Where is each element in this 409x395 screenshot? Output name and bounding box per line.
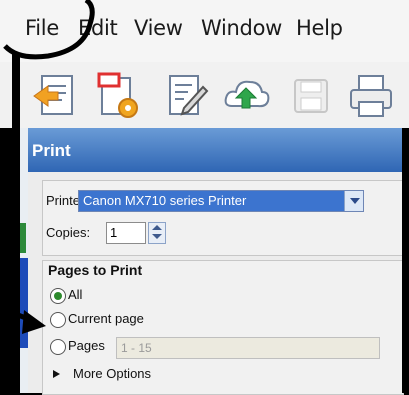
dialog-title-bar: Print: [28, 128, 402, 172]
copies-value: 1: [110, 225, 118, 240]
toolbar: [0, 62, 409, 128]
expand-arrow-icon[interactable]: [53, 370, 60, 378]
more-options-link[interactable]: More Options: [73, 366, 151, 381]
pages-radio-label: Pages: [68, 338, 105, 353]
pages-to-print-title: Pages to Print: [48, 262, 143, 278]
open-file-icon[interactable]: [30, 70, 82, 122]
edit-document-icon[interactable]: [160, 70, 212, 122]
menu-bar: File Edit View Window Help: [0, 0, 409, 62]
circle-annotation: [3, 0, 95, 60]
printer-dropdown[interactable]: Canon MX710 series Printer: [78, 190, 364, 212]
pages-range-placeholder: 1 - 15: [121, 341, 152, 355]
printer-selected-value: Canon MX710 series Printer: [83, 193, 247, 208]
copies-label: Copies:: [46, 225, 91, 240]
save-icon[interactable]: [285, 70, 337, 122]
create-pdf-icon[interactable]: [92, 70, 144, 122]
dialog-right-frame: [402, 128, 409, 393]
dialog-title: Print: [32, 141, 71, 160]
all-radio-label: All: [68, 287, 83, 302]
background-accent: [20, 223, 26, 253]
print-icon[interactable]: [345, 70, 397, 122]
menu-view[interactable]: View: [134, 16, 183, 40]
current-page-radio-label: Current page: [68, 311, 144, 326]
arrow-annotation: [0, 305, 46, 334]
upload-cloud-icon[interactable]: [220, 70, 272, 122]
menu-window[interactable]: Window: [201, 16, 282, 40]
copies-input[interactable]: 1: [106, 222, 146, 244]
chevron-down-icon[interactable]: [344, 191, 363, 211]
menu-help[interactable]: Help: [296, 16, 343, 40]
pages-range-input[interactable]: 1 - 15: [116, 337, 380, 359]
copies-stepper[interactable]: [148, 222, 166, 244]
